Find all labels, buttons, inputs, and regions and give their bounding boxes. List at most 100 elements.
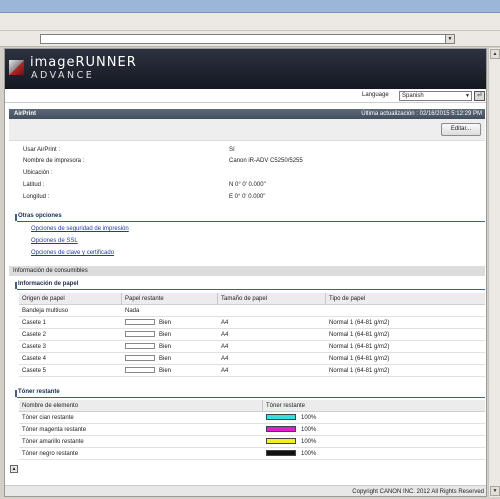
paper-source: Casete 1 xyxy=(22,320,47,326)
language-selected: Spanish xyxy=(402,93,424,99)
link-key-certificate[interactable]: Opciones de clave y certificado xyxy=(31,250,114,256)
consumables-heading: Información de consumibles xyxy=(9,266,485,276)
column-header: Origen de papel xyxy=(22,296,65,302)
table-header-row: Nombre de elemento Tóner restante xyxy=(19,400,485,412)
table-row: Casete 4 Bien A4 Normal 1 (64-81 g/m2) xyxy=(19,353,485,365)
paper-info-heading: Información de papel xyxy=(15,281,485,290)
toner-percent: 100% xyxy=(301,415,317,421)
toner-level-bar xyxy=(266,414,296,420)
brand-subtitle: ADVANCE xyxy=(31,70,95,81)
language-apply-button[interactable]: ⏎ xyxy=(474,91,485,101)
paper-size: A4 xyxy=(221,368,229,374)
table-row: Casete 2 Bien A4 Normal 1 (64-81 g/m2) xyxy=(19,329,485,341)
column-divider xyxy=(262,400,263,412)
paper-remaining: Bien xyxy=(159,332,172,338)
toner-level-bar xyxy=(266,426,296,432)
toner-heading: Tóner restante xyxy=(15,389,485,398)
column-header: Nombre de elemento xyxy=(22,403,79,409)
toner-name: Tóner cian restante xyxy=(22,415,74,421)
paper-remaining: Bien xyxy=(159,344,172,350)
link-ssl[interactable]: Opciones de SSL xyxy=(31,238,78,244)
paper-size: A4 xyxy=(221,332,229,338)
toner-level-bar xyxy=(266,438,296,444)
column-header: Tamaño de papel xyxy=(221,296,268,302)
paper-source: Casete 3 xyxy=(22,344,47,350)
language-select[interactable]: Spanish ▼ xyxy=(399,91,472,101)
language-bar: Language Spanish ▼ ⏎ xyxy=(5,89,486,103)
paper-size: A4 xyxy=(221,320,229,326)
edit-button[interactable]: Editar... xyxy=(441,123,481,136)
toner-name: Tóner amarillo restante xyxy=(22,439,84,445)
table-row: Tóner amarillo restante 100% xyxy=(19,436,485,448)
paper-level-bar xyxy=(125,355,155,361)
other-options-heading: Otras opciones xyxy=(15,213,485,222)
column-header: Tóner restante xyxy=(266,403,306,409)
toner-percent: 100% xyxy=(301,439,317,445)
setting-value: Sí xyxy=(229,147,235,153)
table-row: Casete 1 Bien A4 Normal 1 (64-81 g/m2) xyxy=(19,317,485,329)
address-bar: ▼ xyxy=(0,31,500,47)
setting-key: Usar AirPrint : xyxy=(23,147,61,153)
copyright-text: Copyright CANON INC. 2012 All Rights Res… xyxy=(352,489,484,495)
vertical-scrollbar[interactable]: ▲ ▼ xyxy=(488,48,500,497)
paper-size: A4 xyxy=(221,356,229,362)
paper-type: Normal 1 (64-81 g/m2) xyxy=(329,332,390,338)
setting-value: E 0° 0' 0.000" xyxy=(229,194,266,200)
paper-remaining: Bien xyxy=(159,320,172,326)
paper-remaining: Bien xyxy=(159,368,172,374)
paper-level-bar xyxy=(125,331,155,337)
paper-type: Normal 1 (64-81 g/m2) xyxy=(329,320,390,326)
setting-key: Latitud : xyxy=(23,182,45,188)
column-header: Papel restante xyxy=(125,296,164,302)
page-footer: Copyright CANON INC. 2012 All Rights Res… xyxy=(5,485,486,496)
page-content: imageRUNNER ADVANCE Language Spanish ▼ ⏎… xyxy=(4,48,487,497)
paper-level-bar xyxy=(125,319,155,325)
last-updated: Última actualización : 02/16/2015 5:12:2… xyxy=(361,111,482,117)
paper-remaining: Bien xyxy=(159,356,172,362)
table-row: Bandeja multiuso Nada xyxy=(19,305,485,317)
setting-key: Nombre de impresora : xyxy=(23,158,85,164)
scroll-up-icon[interactable]: ▲ xyxy=(490,49,500,59)
chevron-down-icon: ▼ xyxy=(465,93,470,99)
setting-value: Canon iR-ADV C5250/5255 xyxy=(229,158,303,164)
column-divider xyxy=(325,293,326,305)
paper-type: Normal 1 (64-81 g/m2) xyxy=(329,356,390,362)
toner-name: Tóner negro restante xyxy=(22,451,79,457)
paper-source: Casete 4 xyxy=(22,356,47,362)
edit-toolbar: Editar... xyxy=(9,119,485,141)
toner-percent: 100% xyxy=(301,427,317,433)
browser-toolbar xyxy=(0,13,500,31)
toner-name: Tóner magenta restante xyxy=(22,427,87,433)
paper-remaining: Nada xyxy=(125,308,140,314)
table-header-row: Origen de papel Papel restante Tamaño de… xyxy=(19,293,485,305)
column-header: Tipo de papel xyxy=(329,296,366,302)
setting-key: Ubicación : xyxy=(23,170,53,176)
section-title: AirPrint xyxy=(14,111,37,117)
address-dropdown-icon[interactable]: ▼ xyxy=(445,35,454,43)
window-title-bar xyxy=(0,0,500,13)
brand-name: imageRUNNER xyxy=(30,55,137,70)
table-row: Tóner cian restante 100% xyxy=(19,412,485,424)
page-header: imageRUNNER ADVANCE xyxy=(5,49,486,89)
paper-size: A4 xyxy=(221,344,229,350)
paper-source: Bandeja multiuso xyxy=(22,308,69,314)
address-input[interactable]: ▼ xyxy=(40,34,455,44)
scroll-down-icon[interactable]: ▼ xyxy=(490,486,500,496)
paper-type: Normal 1 (64-81 g/m2) xyxy=(329,368,390,374)
paper-level-bar xyxy=(125,343,155,349)
column-divider xyxy=(121,293,122,305)
link-print-security[interactable]: Opciones de seguridad de impresión xyxy=(31,226,129,232)
language-label: Language xyxy=(362,92,389,98)
column-divider xyxy=(217,293,218,305)
table-row: Tóner negro restante 100% xyxy=(19,448,485,460)
canon-cube-logo-icon xyxy=(9,60,24,75)
setting-value: N 0° 0' 0.000" xyxy=(229,182,266,188)
paper-type: Normal 1 (64-81 g/m2) xyxy=(329,344,390,350)
toner-level-bar xyxy=(266,450,296,456)
table-row: Tóner magenta restante 100% xyxy=(19,424,485,436)
toner-percent: 100% xyxy=(301,451,317,457)
back-to-top-icon[interactable]: ▲ xyxy=(10,465,18,473)
setting-key: Longitud : xyxy=(23,194,50,200)
table-row: Casete 5 Bien A4 Normal 1 (64-81 g/m2) xyxy=(19,365,485,377)
paper-source: Casete 2 xyxy=(22,332,47,338)
